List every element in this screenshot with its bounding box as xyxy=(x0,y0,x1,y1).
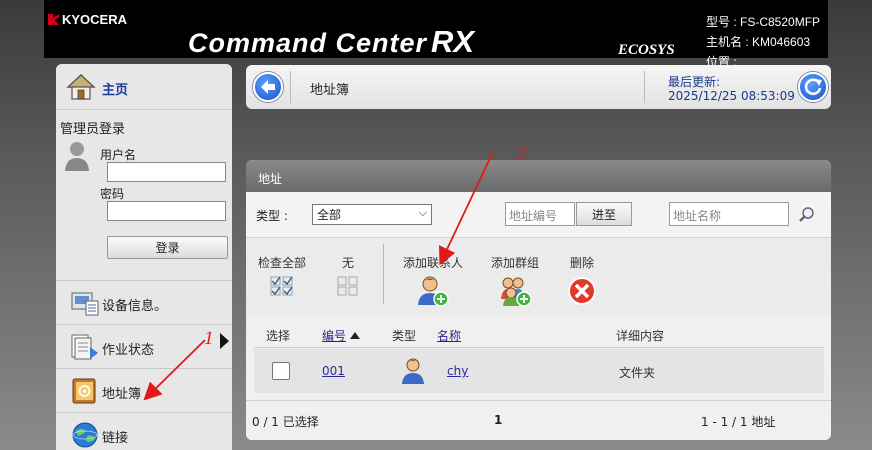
contact-type-icon xyxy=(402,358,424,384)
column-number-sort[interactable]: 编号 xyxy=(322,327,361,344)
links-globe-icon xyxy=(72,422,98,448)
search-row: 类型 : 全部 ⌵ 地址编号 进至 地址名称 xyxy=(246,192,831,238)
page-title: 地址簿 xyxy=(310,83,350,98)
address-name-input[interactable]: 地址名称 xyxy=(669,202,789,226)
product-suffix: RX xyxy=(431,24,475,59)
address-range: 1 - 1 / 1 地址 xyxy=(701,415,776,429)
table-header: 选择 编号 类型 名称 详细内容 xyxy=(254,320,824,348)
add-group-icon xyxy=(501,277,532,307)
column-number-label: 编号 xyxy=(322,329,347,343)
sidebar-home[interactable]: 主页 xyxy=(56,64,232,110)
device-info-icon xyxy=(71,292,99,316)
table-row: 001 chy 文件夹 xyxy=(254,349,824,393)
row-select-checkbox[interactable] xyxy=(272,362,290,380)
column-select: 选择 xyxy=(266,329,291,343)
search-icon[interactable] xyxy=(798,206,816,224)
type-label: 类型 : xyxy=(256,209,288,223)
username-input[interactable] xyxy=(107,162,226,182)
header-divider xyxy=(644,71,645,103)
delete-button[interactable]: 删除 xyxy=(566,254,598,307)
last-updated-value: 2025/12/25 08:53:09 xyxy=(668,89,795,103)
username-label: 用户名 xyxy=(100,148,137,162)
page-number[interactable]: 1 xyxy=(494,413,502,427)
sidebar: 主页 管理员登录 用户名 密码 登录 设备信息。 作业状态 地址簿 链接 xyxy=(56,64,232,450)
sidebar-item-label: 作业状态 xyxy=(102,343,155,358)
admin-login-title: 管理员登录 xyxy=(60,122,126,137)
device-info: 型号 : FS-C8520MFP 主机名 : KM046603 位置 : xyxy=(706,12,820,72)
delete-label: 删除 xyxy=(569,256,594,270)
sidebar-item-links[interactable]: 链接 xyxy=(56,412,232,450)
delete-icon xyxy=(568,277,596,305)
sidebar-item-label: 设备信息。 xyxy=(102,299,168,314)
column-type: 类型 xyxy=(392,329,417,343)
address-number-placeholder: 地址编号 xyxy=(509,209,558,223)
table-footer: 0 / 1 已选择 1 1 - 1 / 1 地址 xyxy=(246,400,831,440)
check-all-button[interactable]: 检查全部 xyxy=(258,254,306,297)
chevron-down-icon: ⌵ xyxy=(418,206,427,219)
home-icon xyxy=(66,74,96,100)
row-name-link[interactable]: chy xyxy=(447,364,468,378)
panel-title: 地址 xyxy=(258,172,283,186)
action-toolbar: 检查全部 无 添加联系人 添加群组 删除 xyxy=(246,238,831,316)
ecosys-logo: ECOSYS xyxy=(618,42,675,59)
check-all-icon xyxy=(270,276,293,296)
device-host: 主机名 : KM046603 xyxy=(706,35,811,49)
sidebar-item-label: 地址簿 xyxy=(102,387,142,402)
header-bar: KYOCERA Command Center RX ECOSYS 型号 : FS-… xyxy=(44,0,828,69)
column-name-sort[interactable]: 名称 xyxy=(437,327,461,344)
column-details: 详细内容 xyxy=(616,329,665,343)
last-updated-label: 最后更新: xyxy=(668,75,721,89)
panel-header: 地址 xyxy=(246,160,831,192)
row-number-link[interactable]: 001 xyxy=(322,364,345,378)
toolbar-divider xyxy=(383,244,384,304)
go-button[interactable]: 进至 xyxy=(576,202,632,226)
password-label: 密码 xyxy=(100,187,125,201)
uncheck-all-icon xyxy=(337,276,358,296)
device-model: 型号 : FS-C8520MFP xyxy=(706,15,821,29)
type-select-value: 全部 xyxy=(317,208,342,222)
sidebar-item-address-book[interactable]: 地址簿 xyxy=(56,368,232,412)
job-status-expand-arrow-icon[interactable] xyxy=(220,333,229,349)
user-silhouette-icon xyxy=(65,142,89,171)
back-arrow-icon xyxy=(261,80,275,94)
product-name: Command Center xyxy=(188,28,428,58)
row-details: 文件夹 xyxy=(619,366,656,380)
address-name-placeholder: 地址名称 xyxy=(673,209,722,223)
header-divider xyxy=(290,71,291,103)
refresh-button[interactable] xyxy=(798,72,828,102)
kyocera-mark-icon xyxy=(48,14,59,25)
kyocera-logo: KYOCERA xyxy=(48,12,127,27)
add-contact-button[interactable]: 添加联系人 xyxy=(403,254,463,307)
back-button[interactable] xyxy=(253,72,283,102)
password-input[interactable] xyxy=(107,201,226,221)
type-select[interactable]: 全部 ⌵ xyxy=(312,204,432,225)
brand-name: KYOCERA xyxy=(62,12,128,27)
add-group-label: 添加群组 xyxy=(491,256,540,270)
add-contact-label: 添加联系人 xyxy=(403,256,464,270)
annotation-number-2: 2 xyxy=(516,144,526,165)
address-number-input[interactable]: 地址编号 xyxy=(505,202,575,226)
ecosys-text: ECOSYS xyxy=(618,42,675,58)
address-book-icon xyxy=(72,378,96,404)
address-panel: 地址 类型 : 全部 ⌵ 地址编号 进至 地址名称 检查全部 无 添加联系人 添… xyxy=(246,160,831,440)
check-all-label: 检查全部 xyxy=(258,256,307,270)
sidebar-item-label: 链接 xyxy=(102,431,129,446)
annotation-number-1: 1 xyxy=(204,328,214,349)
sort-ascending-icon xyxy=(350,332,361,339)
uncheck-all-label: 无 xyxy=(341,256,354,270)
selection-count: 0 / 1 已选择 xyxy=(252,415,319,429)
add-contact-icon xyxy=(418,276,449,307)
page-header: 地址簿 最后更新: 2025/12/25 08:53:09 xyxy=(246,65,831,109)
add-group-button[interactable]: 添加群组 xyxy=(491,254,539,307)
sidebar-item-device-info[interactable]: 设备信息。 xyxy=(56,280,232,324)
uncheck-all-button[interactable]: 无 xyxy=(336,254,360,297)
product-title: Command Center RX xyxy=(188,24,474,60)
refresh-icon xyxy=(804,78,822,96)
home-link[interactable]: 主页 xyxy=(102,79,128,98)
login-button[interactable]: 登录 xyxy=(107,236,228,259)
job-status-icon xyxy=(71,334,98,360)
